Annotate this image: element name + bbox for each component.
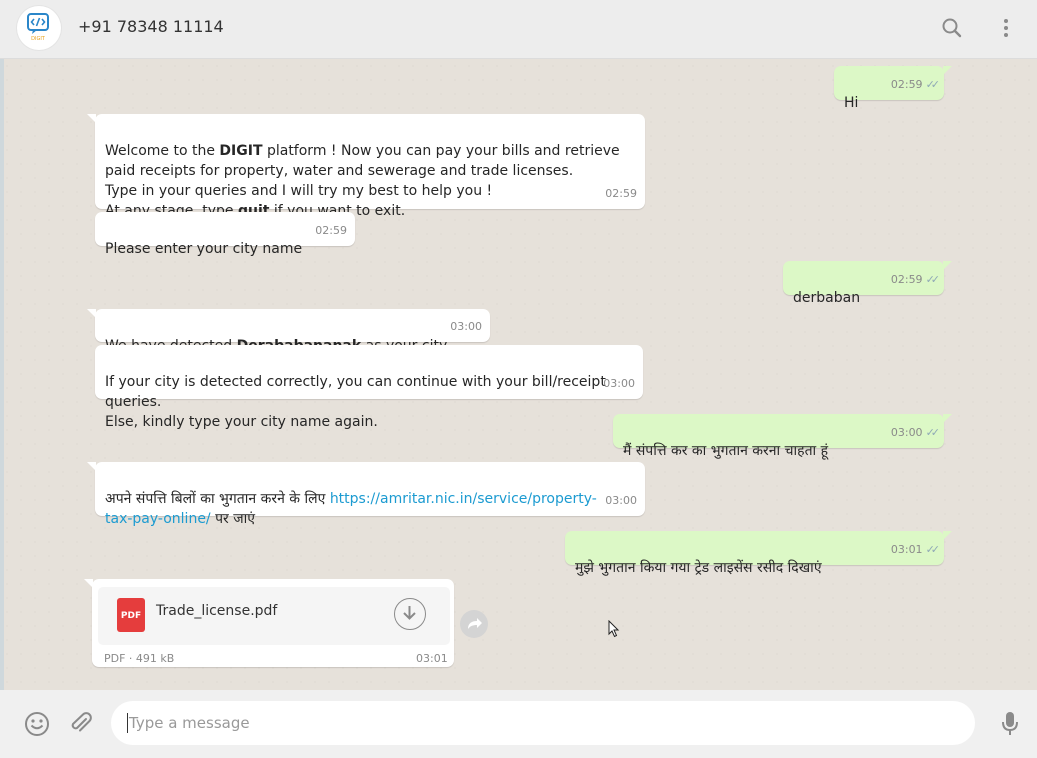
message-outgoing[interactable]: मुझे भुगतान किया गया ट्रेड लाइसेंस रसीद … [565, 531, 952, 576]
text-caret [127, 713, 128, 733]
message-incoming[interactable]: Please enter your city name 02:59 [95, 212, 355, 257]
message-text: मैं संपत्ति कर का भुगतान करना चाहता हूं [623, 443, 829, 459]
message-timestamp: 02:59 ✓✓ [890, 273, 941, 286]
message-text: मुझे भुगतान किया गया ट्रेड लाइसेंस रसीद … [575, 560, 822, 576]
digit-logo-icon: DIGIT [27, 13, 49, 42]
composer-bar: Type a message [0, 690, 1037, 758]
message-timestamp: 02:59 ✓✓ [890, 78, 941, 91]
microphone-icon[interactable] [998, 709, 1022, 743]
message-incoming[interactable]: We have detected Derababananak as your c… [87, 309, 490, 354]
read-receipt-icon: ✓✓ [925, 426, 941, 439]
read-receipt-icon: ✓✓ [925, 273, 941, 286]
search-icon[interactable] [939, 15, 965, 41]
message-outgoing[interactable]: मैं संपत्ति कर का भुगतान करना चाहता हूं … [613, 414, 952, 459]
emoji-icon[interactable] [23, 710, 51, 742]
message-placeholder: Type a message [129, 714, 250, 732]
message-text: Hi [844, 95, 859, 111]
panel-divider [0, 59, 4, 690]
message-timestamp: 03:00 [605, 494, 637, 507]
attachment-file-name: Trade_license.pdf [156, 603, 278, 619]
message-outgoing[interactable]: Hi 02:59 ✓✓ [834, 66, 952, 111]
svg-text:DIGIT: DIGIT [31, 36, 46, 42]
chat-header: DIGIT +91 78348 11114 [0, 0, 1037, 59]
read-receipt-icon: ✓✓ [925, 78, 941, 91]
message-timestamp: 03:01 ✓✓ [890, 543, 941, 556]
attach-icon[interactable] [67, 710, 95, 742]
message-text: Please enter your city name [105, 241, 303, 257]
download-icon[interactable] [394, 598, 426, 630]
message-timestamp: 03:00 [450, 320, 482, 333]
message-timestamp: 03:00 [603, 377, 635, 390]
message-timestamp: 02:59 [315, 224, 347, 237]
mouse-cursor-icon [608, 620, 620, 638]
pdf-attachment-card[interactable]: PDF Trade_license.pdf [98, 587, 450, 645]
pdf-file-icon: PDF [117, 598, 145, 632]
message-timestamp: 02:59 [605, 187, 637, 200]
contact-avatar[interactable]: DIGIT [17, 6, 61, 50]
message-text: derbaban [793, 290, 861, 306]
forward-icon[interactable] [460, 610, 488, 638]
attachment-meta: PDF · 491 kB [104, 652, 175, 665]
message-input[interactable]: Type a message [111, 701, 975, 745]
menu-icon[interactable] [993, 15, 1019, 41]
contact-name[interactable]: +91 78348 11114 [78, 17, 224, 36]
message-outgoing[interactable]: derbaban 02:59 ✓✓ [783, 261, 952, 306]
message-incoming[interactable]: If your city is detected correctly, you … [95, 345, 643, 430]
message-incoming[interactable]: Welcome to the DIGIT platform ! Now you … [87, 114, 645, 219]
message-text: Welcome to the DIGIT platform ! Now you … [105, 143, 620, 219]
message-timestamp: 03:01 [416, 652, 448, 665]
read-receipt-icon: ✓✓ [925, 543, 941, 556]
message-incoming[interactable]: अपने संपत्ति बिलों का भुगतान करने के लिए… [87, 462, 645, 527]
message-timestamp: 03:00 ✓✓ [890, 426, 941, 439]
